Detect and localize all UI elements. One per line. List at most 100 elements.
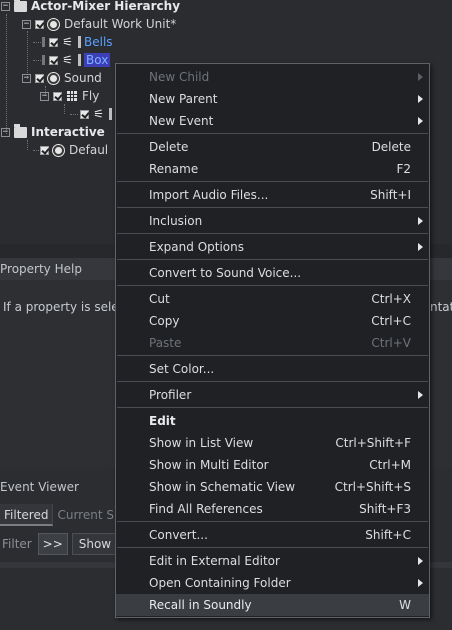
submenu-arrow-icon (418, 579, 423, 587)
checkbox-checked[interactable] (35, 19, 44, 29)
menu-item-new-parent[interactable]: New Parent (116, 88, 429, 110)
collapse-icon[interactable]: − (1, 127, 10, 137)
menu-item-label: Set Color... (149, 362, 215, 376)
tab-filtered[interactable]: Filtered (0, 504, 54, 526)
tree-guide-line (64, 104, 65, 114)
menu-item-label: Edit in External Editor (149, 554, 280, 568)
menu-item-show-in-schematic-view[interactable]: Show in Schematic View Ctrl+Shift+S (116, 476, 429, 498)
menu-separator (117, 407, 428, 408)
menu-item-label: New Event (149, 114, 214, 128)
checkbox-checked[interactable] (80, 109, 89, 119)
menu-item-label: Show in Multi Editor (149, 458, 269, 472)
menu-item-shortcut: W (399, 598, 411, 612)
tree-row-default-work-unit[interactable]: − Default Work Unit* (22, 15, 176, 33)
menu-item-shortcut: Ctrl+Shift+F (335, 436, 411, 450)
color-bar-icon (78, 36, 81, 48)
tree-label: Bells (84, 35, 113, 49)
tree-label: Default Work Unit* (64, 17, 177, 31)
tab-current-selection[interactable]: Current S (53, 504, 119, 526)
menu-separator (117, 233, 428, 234)
menu-item-label: Copy (149, 314, 180, 328)
tree-row-child[interactable]: ⚟ (80, 105, 112, 123)
menu-item-show-in-list-view[interactable]: Show in List View Ctrl+Shift+F (116, 432, 429, 454)
menu-item-cut[interactable]: Cut Ctrl+X (116, 288, 429, 310)
collapse-icon[interactable]: − (1, 1, 10, 11)
menu-item-label: Profiler (149, 388, 192, 402)
tree-row-default[interactable]: Defaul (40, 141, 108, 159)
color-bar-icon (78, 54, 81, 66)
color-bar-icon (109, 108, 112, 120)
submenu-arrow-icon (418, 243, 423, 251)
menu-item-label: Paste (149, 336, 182, 350)
menu-item-convert-to-sound-voice[interactable]: Convert to Sound Voice... (116, 262, 429, 284)
menu-item-label: New Parent (149, 92, 218, 106)
menu-item-delete[interactable]: Delete Delete (116, 136, 429, 158)
menu-item-label: Convert to Sound Voice... (149, 266, 302, 280)
collapse-icon[interactable]: − (40, 91, 49, 101)
tree-row-actor-mixer-hierarchy[interactable]: − Actor-Mixer Hierarchy (1, 0, 180, 15)
tree-label: Sound (64, 71, 102, 85)
menu-item-import-audio-files[interactable]: Import Audio Files... Shift+I (116, 184, 429, 206)
menu-separator (117, 381, 428, 382)
event-viewer-tabs: Filtered Current S (0, 504, 119, 526)
menu-item-label: Import Audio Files... (149, 188, 269, 202)
menu-item-shortcut: Ctrl+Shift+S (334, 480, 411, 494)
menu-item-label: Delete (149, 140, 189, 154)
random-container-icon: ⚟ (62, 35, 73, 49)
menu-item-label: Rename (149, 162, 199, 176)
checkbox-checked[interactable] (53, 91, 62, 101)
tree-label: Interactive (31, 125, 105, 139)
menu-item-convert[interactable]: Convert... Shift+C (116, 524, 429, 546)
menu-item-show-in-multi-editor[interactable]: Show in Multi Editor Ctrl+M (116, 454, 429, 476)
menu-item-inclusion[interactable]: Inclusion (116, 210, 429, 232)
menu-separator (117, 259, 428, 260)
tree-label: Actor-Mixer Hierarchy (31, 0, 181, 13)
tree-row-sound[interactable]: − Sound (22, 69, 102, 87)
checkbox-checked[interactable] (40, 145, 49, 155)
property-help-text-tail: ntat (430, 300, 452, 314)
menu-item-paste[interactable]: Paste Ctrl+V (116, 332, 429, 354)
menu-item-shortcut: Ctrl+C (371, 314, 411, 328)
menu-item-expand-options[interactable]: Expand Options (116, 236, 429, 258)
menu-item-new-child[interactable]: New Child (116, 66, 429, 88)
menu-item-shortcut: Shift+C (365, 528, 411, 542)
show-dropdown[interactable]: Show (71, 533, 119, 555)
tree-row-interactive[interactable]: − Interactive (1, 123, 105, 141)
menu-item-new-event[interactable]: New Event (116, 110, 429, 132)
menu-item-set-color[interactable]: Set Color... (116, 358, 429, 380)
menu-item-label: Show in Schematic View (149, 480, 296, 494)
property-help-text: If a property is sele (3, 300, 119, 314)
menu-item-edit-in-external-editor[interactable]: Edit in External Editor (116, 550, 429, 572)
tree-guide-line (27, 140, 28, 150)
filter-expand-button[interactable]: >> (37, 533, 68, 555)
submenu-arrow-icon (418, 73, 423, 81)
menu-item-find-all-references[interactable]: Find All References Shift+F3 (116, 498, 429, 520)
tree-guide-line (70, 114, 78, 115)
menu-item-shortcut: Shift+I (370, 188, 411, 202)
tree-line-icon (42, 37, 45, 47)
menu-item-label: New Child (149, 70, 210, 84)
work-unit-icon (47, 18, 60, 31)
menu-item-copy[interactable]: Copy Ctrl+C (116, 310, 429, 332)
menu-item-label: Open Containing Folder (149, 576, 291, 590)
checkbox-checked[interactable] (49, 55, 58, 65)
menu-item-recall-in-soundly[interactable]: Recall in Soundly W (116, 594, 429, 616)
menu-item-rename[interactable]: Rename F2 (116, 158, 429, 180)
menu-item-profiler[interactable]: Profiler (116, 384, 429, 406)
tree-row-box[interactable]: ⚟ Box (42, 51, 111, 69)
collapse-icon[interactable]: − (22, 73, 31, 83)
tree-row-fly[interactable]: − Fly (40, 87, 99, 105)
checkbox-checked[interactable] (35, 73, 44, 83)
menu-separator (117, 207, 428, 208)
menu-item-label: Show in List View (149, 436, 254, 450)
menu-item-label: Edit (149, 414, 176, 428)
random-container-icon: ⚟ (93, 107, 104, 121)
menu-item-label: Cut (149, 292, 170, 306)
menu-item-open-containing-folder[interactable]: Open Containing Folder (116, 572, 429, 594)
menu-item-shortcut: Ctrl+V (371, 336, 411, 350)
checkbox-checked[interactable] (49, 37, 58, 47)
collapse-icon[interactable]: − (22, 19, 31, 29)
folder-icon (14, 0, 27, 13)
context-menu: New Child New Parent New Event Delete Delete… (115, 63, 430, 618)
tree-row-bells[interactable]: ⚟ Bells (42, 33, 113, 51)
